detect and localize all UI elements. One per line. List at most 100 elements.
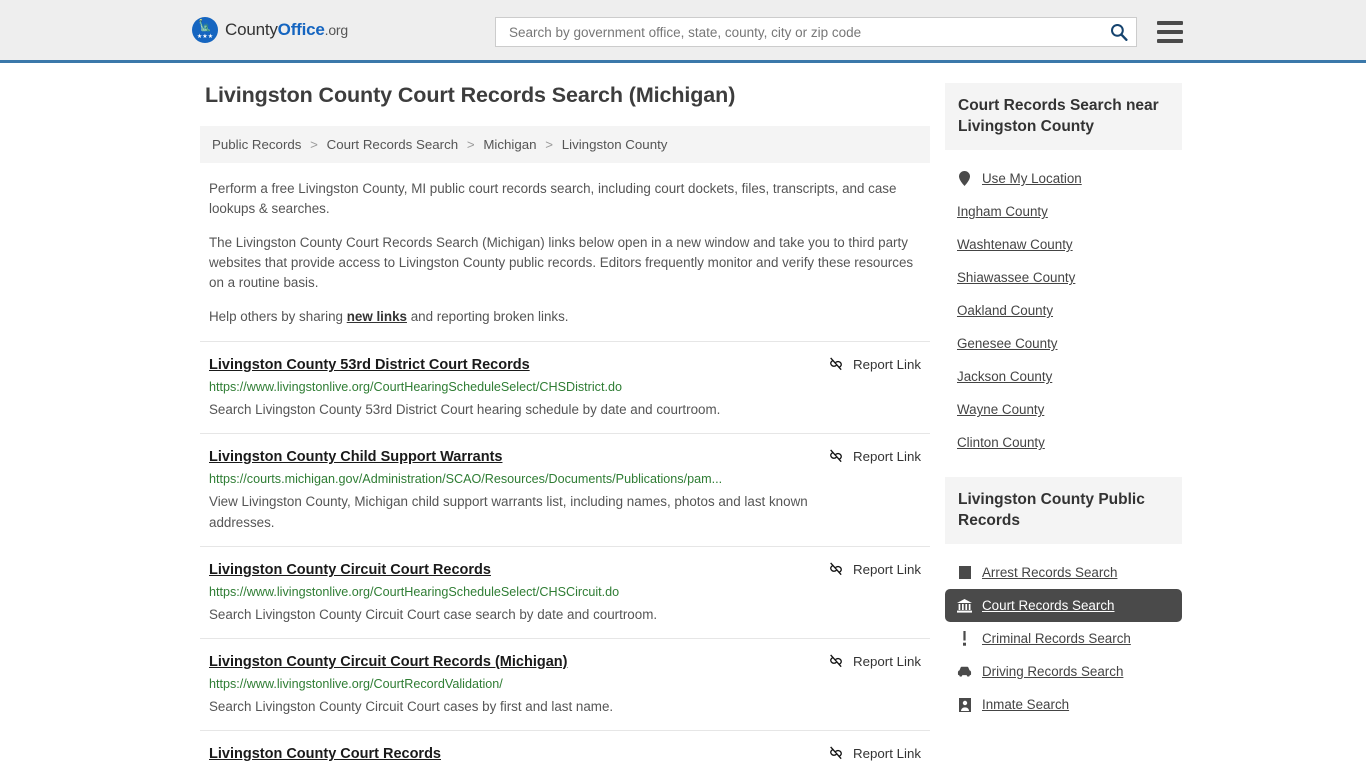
nearby-county-link[interactable]: Use My Location (982, 171, 1082, 186)
intro-paragraph-1: Perform a free Livingston County, MI pub… (209, 181, 897, 216)
public-records-item[interactable]: Court Records Search (945, 589, 1182, 622)
public-records-item[interactable]: Inmate Search (945, 688, 1182, 721)
nearby-panel-heading: Court Records Search near Livingston Cou… (945, 83, 1182, 150)
logo-text-county: County (225, 20, 278, 39)
logo-text: CountyOffice.org (225, 20, 348, 40)
nearby-county-item[interactable]: Wayne County (945, 393, 1182, 426)
public-records-link[interactable]: Criminal Records Search (982, 631, 1131, 646)
hamburger-bar (1157, 30, 1183, 34)
site-header: 🗽 ★★★ CountyOffice.org (0, 0, 1366, 63)
search-box[interactable] (495, 17, 1137, 47)
breadcrumb-item-michigan[interactable]: Michigan (483, 137, 536, 152)
report-link-button[interactable]: Report Link (828, 561, 921, 577)
car-icon (957, 664, 972, 679)
report-link-label: Report Link (853, 745, 921, 761)
broken-link-icon (830, 357, 842, 371)
new-links-link[interactable]: new links (347, 309, 407, 324)
report-link-button[interactable]: Report Link (828, 653, 921, 669)
report-link-label: Report Link (853, 356, 921, 372)
search-input[interactable] (507, 18, 1109, 46)
result-description: Search Livingston County 53rd District C… (209, 402, 721, 417)
sidebar: Court Records Search near Livingston Cou… (945, 83, 1182, 768)
breadcrumb-item-livingston-county[interactable]: Livingston County (562, 137, 668, 152)
result-url: https://www.livingstonlive.org/CourtHear… (209, 380, 622, 394)
result-description: Search Livingston County Circuit Court c… (209, 607, 658, 622)
report-link-label: Report Link (853, 448, 921, 464)
nearby-county-item[interactable]: Ingham County (945, 195, 1182, 228)
result-description: Search Livingston County Circuit Court c… (209, 699, 614, 714)
site-logo[interactable]: 🗽 ★★★ CountyOffice.org (192, 17, 348, 43)
nearby-county-item[interactable]: Use My Location (945, 162, 1182, 195)
page-title: Livingston County Court Records Search (… (205, 83, 736, 107)
breadcrumb-separator: > (310, 137, 318, 152)
report-link-button[interactable]: Report Link (828, 356, 921, 372)
public-records-link[interactable]: Driving Records Search (982, 664, 1123, 679)
nearby-county-item[interactable]: Jackson County (945, 360, 1182, 393)
logo-text-org: .org (324, 22, 349, 38)
result-item: Livingston County Child Support Warrants… (200, 433, 930, 546)
result-url: https://courts.michigan.gov/Administrati… (209, 472, 723, 486)
result-item: Livingston County Circuit Court Records h… (200, 546, 930, 638)
breadcrumb-item-public-records[interactable]: Public Records (212, 137, 301, 152)
breadcrumb-item-court-records-search[interactable]: Court Records Search (327, 137, 459, 152)
help-suffix: and reporting broken links. (406, 309, 569, 324)
page-body: Livingston County Court Records Search (… (0, 63, 1366, 768)
public-records-link[interactable]: Arrest Records Search (982, 565, 1117, 580)
map-pin-icon (957, 171, 972, 186)
nearby-county-link[interactable]: Clinton County (957, 435, 1045, 450)
breadcrumb-separator: > (466, 137, 475, 152)
result-url: https://www.livingstonlive.org/CourtReco… (209, 677, 503, 691)
nearby-county-link[interactable]: Oakland County (957, 303, 1053, 318)
logo-text-office: Office (277, 20, 325, 39)
hamburger-bar (1157, 39, 1183, 43)
nearby-county-link[interactable]: Shiawassee County (957, 270, 1075, 285)
broken-link-icon (830, 746, 842, 760)
report-link-button[interactable]: Report Link (828, 745, 921, 761)
nearby-county-item[interactable]: Oakland County (945, 294, 1182, 327)
results-list: Livingston County 53rd District Court Re… (200, 341, 930, 768)
nearby-county-item[interactable]: Clinton County (945, 426, 1182, 459)
public-records-item[interactable]: Driving Records Search (945, 655, 1182, 688)
hamburger-menu-icon[interactable] (1157, 21, 1183, 43)
exclamation-icon (957, 631, 972, 646)
result-title-link[interactable]: Livingston County Circuit Court Records … (209, 654, 567, 670)
breadcrumb: Public Records > Court Records Search > … (200, 126, 930, 163)
report-link-label: Report Link (853, 653, 921, 669)
result-title-link[interactable]: Livingston County Circuit Court Records (209, 562, 491, 578)
report-link-button[interactable]: Report Link (828, 448, 921, 464)
broken-link-icon (830, 562, 842, 576)
main-column: Livingston County Court Records Search (… (200, 83, 930, 768)
public-records-item[interactable]: Criminal Records Search (945, 622, 1182, 655)
nearby-county-link[interactable]: Ingham County (957, 204, 1048, 219)
breadcrumb-separator: > (545, 137, 554, 152)
nearby-county-item[interactable]: Genesee County (945, 327, 1182, 360)
nearby-county-list: Use My Location Ingham County Washtenaw Co… (945, 162, 1182, 459)
nearby-county-link[interactable]: Washtenaw County (957, 237, 1073, 252)
intro-paragraph-2: The Livingston County Court Records Sear… (209, 235, 914, 290)
public-records-panel-heading: Livingston County Public Records (945, 477, 1182, 544)
help-prefix: Help others by sharing (209, 309, 347, 324)
header-search-area (495, 17, 1183, 47)
result-description: View Livingston County, Michigan child s… (209, 494, 808, 530)
broken-link-icon (830, 449, 842, 463)
report-link-label: Report Link (853, 561, 921, 577)
result-item: Livingston County Court Recordshttps://l… (200, 730, 930, 768)
public-records-link[interactable]: Court Records Search (982, 598, 1114, 613)
nearby-county-link[interactable]: Genesee County (957, 336, 1058, 351)
public-records-link[interactable]: Inmate Search (982, 697, 1069, 712)
result-title-link[interactable]: Livingston County Court Records (209, 746, 441, 762)
result-title-link[interactable]: Livingston County Child Support Warrants (209, 449, 502, 465)
nearby-county-link[interactable]: Wayne County (957, 402, 1044, 417)
intro-text: Perform a free Livingston County, MI pub… (200, 179, 930, 327)
result-title-link[interactable]: Livingston County 53rd District Court Re… (209, 357, 530, 373)
public-records-item[interactable]: Arrest Records Search (945, 556, 1182, 589)
book-icon (957, 565, 972, 580)
courthouse-icon (957, 598, 972, 613)
nearby-county-item[interactable]: Washtenaw County (945, 228, 1182, 261)
nearby-county-link[interactable]: Jackson County (957, 369, 1052, 384)
search-icon[interactable] (1109, 23, 1128, 42)
hamburger-bar (1157, 21, 1183, 25)
broken-link-icon (830, 654, 842, 668)
nearby-county-item[interactable]: Shiawassee County (945, 261, 1182, 294)
public-records-list: Arrest Records Search Court Records Searc… (945, 556, 1182, 721)
